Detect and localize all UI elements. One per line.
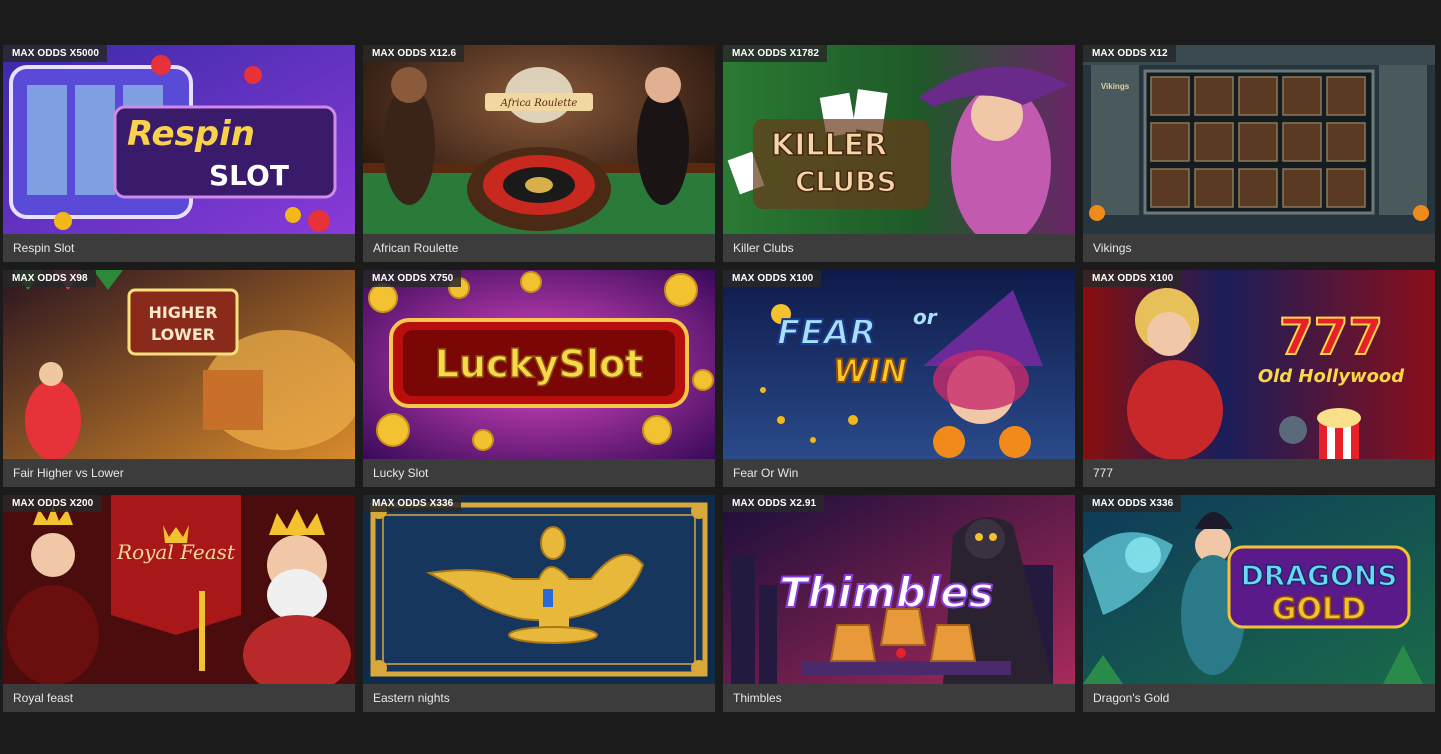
art-title-subtitle: Old Hollywood <box>1258 366 1405 387</box>
game-caption[interactable]: Royal feast <box>3 684 355 712</box>
game-card-fear-or-win[interactable]: FEAR or WIN MAX ODDS X100 Fear Or Win <box>723 270 1075 487</box>
eastern-nights-art <box>363 495 715 684</box>
max-odds-badge: MAX ODDS X200 <box>3 495 102 512</box>
vikings-art: Vikings <box>1083 45 1435 234</box>
game-title: Vikings <box>1093 241 1132 255</box>
game-thumbnail[interactable]: FEAR or WIN <box>723 270 1075 459</box>
max-odds-badge: MAX ODDS X336 <box>1083 495 1182 512</box>
thimbles-art: Thimbles <box>723 495 1075 684</box>
game-thumbnail[interactable]: Royal Feast <box>3 495 355 684</box>
game-caption[interactable]: Lucky Slot <box>363 459 715 487</box>
art-title-line1: Respin <box>127 114 255 154</box>
max-odds-badge: MAX ODDS X5000 <box>3 45 107 62</box>
max-odds-badge: MAX ODDS X12.6 <box>363 45 465 62</box>
art-title-line2: CLUBS <box>795 165 897 198</box>
game-title: Killer Clubs <box>733 241 794 255</box>
art-title-line1: HIGHER <box>148 303 217 322</box>
game-caption[interactable]: 777 <box>1083 459 1435 487</box>
fear-or-win-art: FEAR or WIN <box>723 270 1075 459</box>
game-title: Lucky Slot <box>373 466 429 480</box>
max-odds-badge: MAX ODDS X336 <box>363 495 462 512</box>
lucky-slot-art: LuckySlot <box>363 270 715 459</box>
respin-slot-art: Respin SLOT <box>3 45 355 234</box>
game-caption[interactable]: Eastern nights <box>363 684 715 712</box>
art-title-line2: GOLD <box>1272 592 1366 627</box>
game-title: Fear Or Win <box>733 466 799 480</box>
game-grid: Respin SLOT MAX ODDS X5000 Respin Slot A… <box>3 45 1435 712</box>
game-title: Royal feast <box>13 691 74 705</box>
max-odds-badge: MAX ODDS X100 <box>723 270 822 287</box>
max-odds-badge: MAX ODDS X750 <box>363 270 462 287</box>
game-card-killer-clubs[interactable]: KILLER CLUBS MAX ODDS X1782 Killer Clubs <box>723 45 1075 262</box>
game-thumbnail[interactable]: Thimbles <box>723 495 1075 684</box>
game-thumbnail[interactable]: LuckySlot <box>363 270 715 459</box>
game-thumbnail[interactable]: DRAGONS GOLD <box>1083 495 1435 684</box>
fair-higher-lower-art: HIGHER LOWER <box>3 270 355 459</box>
art-title-line1: DRAGONS <box>1241 559 1398 592</box>
game-caption[interactable]: Killer Clubs <box>723 234 1075 262</box>
game-thumbnail[interactable]: Africa Roulette <box>363 45 715 234</box>
game-card-dragons-gold[interactable]: DRAGONS GOLD MAX ODDS X336 Dragon's Gold <box>1083 495 1435 712</box>
game-thumbnail[interactable]: HIGHER LOWER <box>3 270 355 459</box>
game-thumbnail[interactable]: Respin SLOT <box>3 45 355 234</box>
game-caption[interactable]: Vikings <box>1083 234 1435 262</box>
game-card-thimbles[interactable]: Thimbles MAX ODDS X2.91 Thimbles <box>723 495 1075 712</box>
killer-clubs-art: KILLER CLUBS <box>723 45 1075 234</box>
game-title: Eastern nights <box>373 691 450 705</box>
max-odds-badge: MAX ODDS X12 <box>1083 45 1176 62</box>
art-title-line1: KILLER <box>771 128 887 163</box>
art-title: Vikings <box>1101 82 1130 91</box>
game-thumbnail[interactable] <box>363 495 715 684</box>
game-thumbnail[interactable]: 777 Old Hollywood <box>1083 270 1435 459</box>
art-title-fear: FEAR <box>777 313 876 353</box>
art-title: Africa Roulette <box>500 98 578 109</box>
game-title: Fair Higher vs Lower <box>13 466 124 480</box>
game-card-respin-slot[interactable]: Respin SLOT MAX ODDS X5000 Respin Slot <box>3 45 355 262</box>
game-thumbnail[interactable]: Vikings <box>1083 45 1435 234</box>
game-title: African Roulette <box>373 241 459 255</box>
game-caption[interactable]: Fear Or Win <box>723 459 1075 487</box>
game-caption[interactable]: African Roulette <box>363 234 715 262</box>
game-caption[interactable]: Thimbles <box>723 684 1075 712</box>
game-title: Dragon's Gold <box>1093 691 1170 705</box>
game-card-african-roulette[interactable]: Africa Roulette MAX ODDS X12.6 African R… <box>363 45 715 262</box>
game-caption[interactable]: Dragon's Gold <box>1083 684 1435 712</box>
art-title-line2: SLOT <box>209 159 289 192</box>
art-title-line2: LOWER <box>151 325 215 344</box>
game-card-fair-higher-vs-lower[interactable]: HIGHER LOWER MAX ODDS X98 Fair Higher vs… <box>3 270 355 487</box>
art-title: LuckySlot <box>435 342 644 386</box>
dragons-gold-art: DRAGONS GOLD <box>1083 495 1435 684</box>
game-title: Respin Slot <box>13 241 75 255</box>
art-title-or: or <box>913 305 938 329</box>
game-caption[interactable]: Respin Slot <box>3 234 355 262</box>
game-title: Thimbles <box>733 691 782 705</box>
game-title: 777 <box>1093 466 1114 480</box>
max-odds-badge: MAX ODDS X98 <box>3 270 96 287</box>
game-card-lucky-slot[interactable]: LuckySlot MAX ODDS X750 Lucky Slot <box>363 270 715 487</box>
max-odds-badge: MAX ODDS X100 <box>1083 270 1182 287</box>
art-title-win: WIN <box>833 352 907 390</box>
game-card-777[interactable]: 777 Old Hollywood MAX ODDS X100 777 <box>1083 270 1435 487</box>
game-card-royal-feast[interactable]: Royal Feast MAX ODDS X200 Royal feast <box>3 495 355 712</box>
african-roulette-art: Africa Roulette <box>363 45 715 234</box>
art-title-777: 777 <box>1279 308 1383 366</box>
game-card-vikings[interactable]: Vikings MAX ODDS X12 Vikings <box>1083 45 1435 262</box>
royal-feast-art: Royal Feast <box>3 495 355 684</box>
art-title: Royal Feast <box>116 540 236 564</box>
max-odds-badge: MAX ODDS X2.91 <box>723 495 825 512</box>
game-card-eastern-nights[interactable]: MAX ODDS X336 Eastern nights <box>363 495 715 712</box>
max-odds-badge: MAX ODDS X1782 <box>723 45 827 62</box>
old-hollywood-art: 777 Old Hollywood <box>1083 270 1435 459</box>
game-caption[interactable]: Fair Higher vs Lower <box>3 459 355 487</box>
game-thumbnail[interactable]: KILLER CLUBS <box>723 45 1075 234</box>
